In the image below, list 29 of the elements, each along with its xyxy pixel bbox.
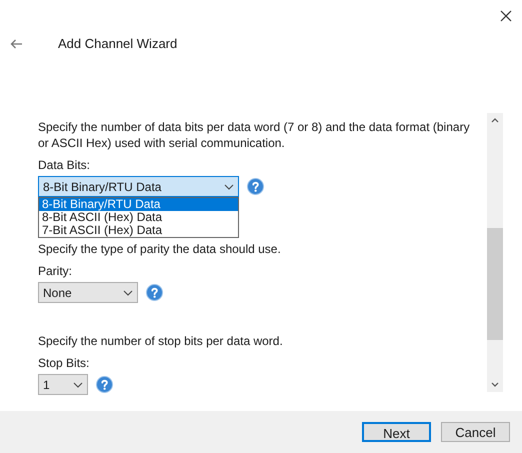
back-arrow-icon bbox=[10, 39, 22, 49]
dialog-button[interactable]: Next bbox=[362, 422, 431, 442]
scroll-thumb[interactable] bbox=[487, 228, 503, 340]
scrollbar[interactable] bbox=[487, 113, 503, 392]
dropdown-select[interactable]: None bbox=[38, 282, 138, 303]
close-icon bbox=[500, 10, 512, 22]
scroll-down-icon[interactable] bbox=[491, 382, 499, 387]
help-icon[interactable] bbox=[96, 376, 113, 393]
window-title: Add Channel Wizard bbox=[58, 35, 178, 54]
dropdown-select[interactable]: 1 bbox=[38, 374, 88, 395]
section-description: Specify the type of parity the data should use. bbox=[38, 241, 282, 257]
section-description: Specify the number of stop bits per data word. bbox=[38, 333, 284, 349]
dialog-button[interactable]: Cancel bbox=[441, 422, 510, 442]
dropdown-select[interactable]: 8-Bit Binary/RTU Data bbox=[38, 176, 239, 197]
chevron-down-icon bbox=[73, 382, 83, 388]
help-icon[interactable] bbox=[247, 178, 264, 195]
back-button[interactable] bbox=[9, 37, 23, 51]
dropdown-option[interactable]: 8-Bit Binary/RTU Data bbox=[39, 198, 238, 211]
field-label: Parity: bbox=[38, 263, 74, 279]
close-button[interactable] bbox=[498, 8, 514, 24]
dropdown-option[interactable]: 7-Bit ASCII (Hex) Data bbox=[39, 224, 238, 237]
field-label: Stop Bits: bbox=[38, 355, 90, 371]
help-icon[interactable] bbox=[146, 284, 163, 301]
section-description: Specify the number of data bits per data word (7 or 8) and the data format (binary or ASCII Hex) used with serial communication. bbox=[38, 119, 471, 151]
dropdown-option[interactable]: 8-Bit ASCII (Hex) Data bbox=[39, 211, 238, 224]
field-label: Data Bits: bbox=[38, 157, 92, 173]
scroll-up-icon[interactable] bbox=[491, 118, 499, 123]
chevron-down-icon bbox=[123, 290, 133, 296]
chevron-down-icon bbox=[224, 184, 234, 190]
